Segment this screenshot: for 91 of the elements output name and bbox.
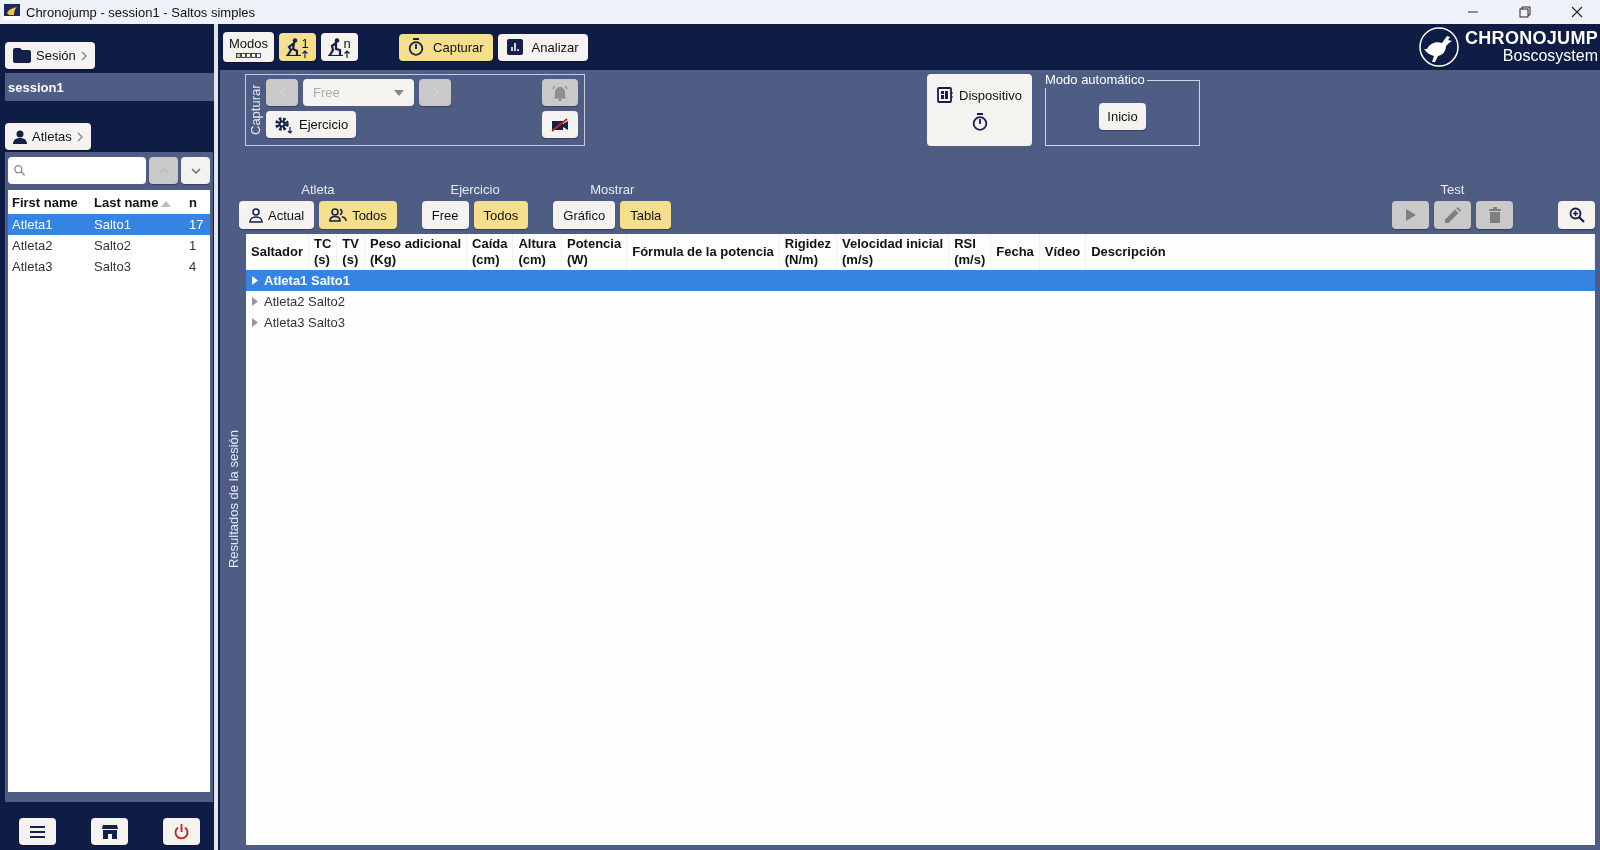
row-label: Atleta2 Salto2 xyxy=(264,294,345,309)
filter-toggle[interactable]: Free xyxy=(421,201,469,229)
start-button[interactable]: Inicio xyxy=(1099,102,1146,130)
table-cell: 17 xyxy=(185,214,210,235)
table-cell-text: Atleta3 xyxy=(11,258,54,276)
table-cell: Salto2 xyxy=(90,235,185,256)
logo-title: CHRONOJUMP xyxy=(1465,29,1598,49)
analyze-tab[interactable]: Analizar xyxy=(497,33,588,61)
repeated-jumps-button[interactable]: n xyxy=(321,33,359,61)
section-label: Capturar xyxy=(248,83,263,138)
session-button[interactable]: Sesión xyxy=(5,42,95,69)
table-cell: Salto1 xyxy=(90,214,185,235)
bell-icon xyxy=(551,84,569,101)
row-label: Atleta3 Salto3 xyxy=(264,315,345,330)
expander-icon[interactable] xyxy=(252,297,258,306)
page-dots-icon xyxy=(236,52,261,58)
restore-icon[interactable] xyxy=(1519,6,1531,18)
search-field[interactable] xyxy=(8,157,146,184)
filter-toggle[interactable]: Gráfico xyxy=(553,201,616,229)
table-cell: Atleta1 xyxy=(8,214,91,235)
table-cell: Atleta2 xyxy=(8,235,91,256)
up-arrow-icon xyxy=(302,49,308,58)
video-off-button[interactable] xyxy=(542,111,578,138)
test-label: Test xyxy=(1440,182,1465,197)
tree-row[interactable]: Atleta1 Salto1 xyxy=(246,270,1595,291)
expander-icon[interactable] xyxy=(252,318,258,327)
filter-toggle[interactable]: Todos xyxy=(473,201,529,229)
device-label: Dispositivo xyxy=(959,87,1022,103)
app-icon xyxy=(4,4,20,20)
dropdown-caret-icon xyxy=(394,89,404,96)
close-icon[interactable] xyxy=(1571,6,1583,18)
jump-count: 1 xyxy=(301,36,309,50)
athletes-button[interactable]: Atletas xyxy=(5,123,91,150)
jump-count: n xyxy=(343,36,351,50)
pencil-icon xyxy=(1444,207,1461,223)
tree-row[interactable]: Atleta2 Salto2 xyxy=(246,291,1595,312)
table-cell-text: Salto3 xyxy=(93,258,132,276)
zoom-in-button[interactable] xyxy=(1558,201,1595,229)
stopwatch-icon xyxy=(408,38,425,56)
filter-label: Mostrar xyxy=(590,182,635,197)
filter-label: Atleta xyxy=(301,182,335,197)
stopwatch-icon xyxy=(971,113,988,131)
chevron-right-icon xyxy=(76,131,83,142)
filter-toggle[interactable]: Tabla xyxy=(620,201,672,229)
table-cell-text: 4 xyxy=(188,258,198,276)
filter-toggle[interactable]: Actual xyxy=(239,201,315,229)
people-icon xyxy=(329,208,348,222)
jumper-icon xyxy=(286,38,302,56)
device-card[interactable]: Dispositivo xyxy=(927,74,1032,146)
expander-icon[interactable] xyxy=(252,276,258,285)
section-label: Resultados de la sesión xyxy=(225,430,241,569)
session-name: session1 xyxy=(5,73,214,101)
exercise-button[interactable]: Ejercicio xyxy=(266,111,357,138)
column-header[interactable]: First name xyxy=(8,190,91,214)
modes-button[interactable]: Modos xyxy=(223,32,275,62)
search-icon xyxy=(14,164,26,177)
power-icon xyxy=(174,823,189,840)
athlete-row[interactable]: Atleta3 Salto3 4 xyxy=(8,256,210,277)
chevron-down-icon xyxy=(190,167,201,174)
trash-icon xyxy=(1488,207,1501,223)
filter-toggle[interactable]: Todos xyxy=(319,201,397,229)
jumper-icon xyxy=(328,38,344,56)
menu-button[interactable] xyxy=(19,818,56,845)
capture-tab[interactable]: Capturar xyxy=(399,33,493,61)
athlete-row[interactable]: Atleta1 Salto1 17 xyxy=(8,214,210,235)
column-header[interactable]: n xyxy=(185,190,210,214)
power-button[interactable] xyxy=(163,818,200,845)
auto-mode-legend: Modo automático xyxy=(1045,72,1147,88)
person-icon xyxy=(13,129,27,144)
dropdown-button[interactable] xyxy=(181,157,210,184)
play-icon xyxy=(1405,209,1416,221)
athlete-row[interactable]: Atleta2 Salto2 1 xyxy=(8,235,210,256)
bar-chart-icon xyxy=(506,39,523,55)
up-arrow-icon xyxy=(344,49,350,58)
tree-row[interactable]: Atleta3 Salto3 xyxy=(246,312,1595,333)
window-title: Chronojump - session1 - Saltos simples xyxy=(26,4,257,20)
filter-label: Ejercicio xyxy=(450,182,500,197)
menu-icon xyxy=(30,825,45,838)
zoom-in-icon xyxy=(1568,207,1585,223)
logo-subtitle: Boscosystem xyxy=(1502,48,1598,65)
camera-off-icon xyxy=(551,117,569,132)
device-icon xyxy=(937,87,954,103)
person-icon xyxy=(249,207,263,223)
table-cell: 1 xyxy=(185,235,210,256)
chevron-right-icon xyxy=(80,50,87,61)
column-header[interactable]: Last name xyxy=(90,190,185,214)
single-jump-button[interactable]: 1 xyxy=(279,33,317,61)
folder-icon xyxy=(13,48,31,63)
store-icon xyxy=(101,824,118,839)
row-label: Atleta1 Salto1 xyxy=(264,273,350,288)
store-button[interactable] xyxy=(91,818,128,845)
